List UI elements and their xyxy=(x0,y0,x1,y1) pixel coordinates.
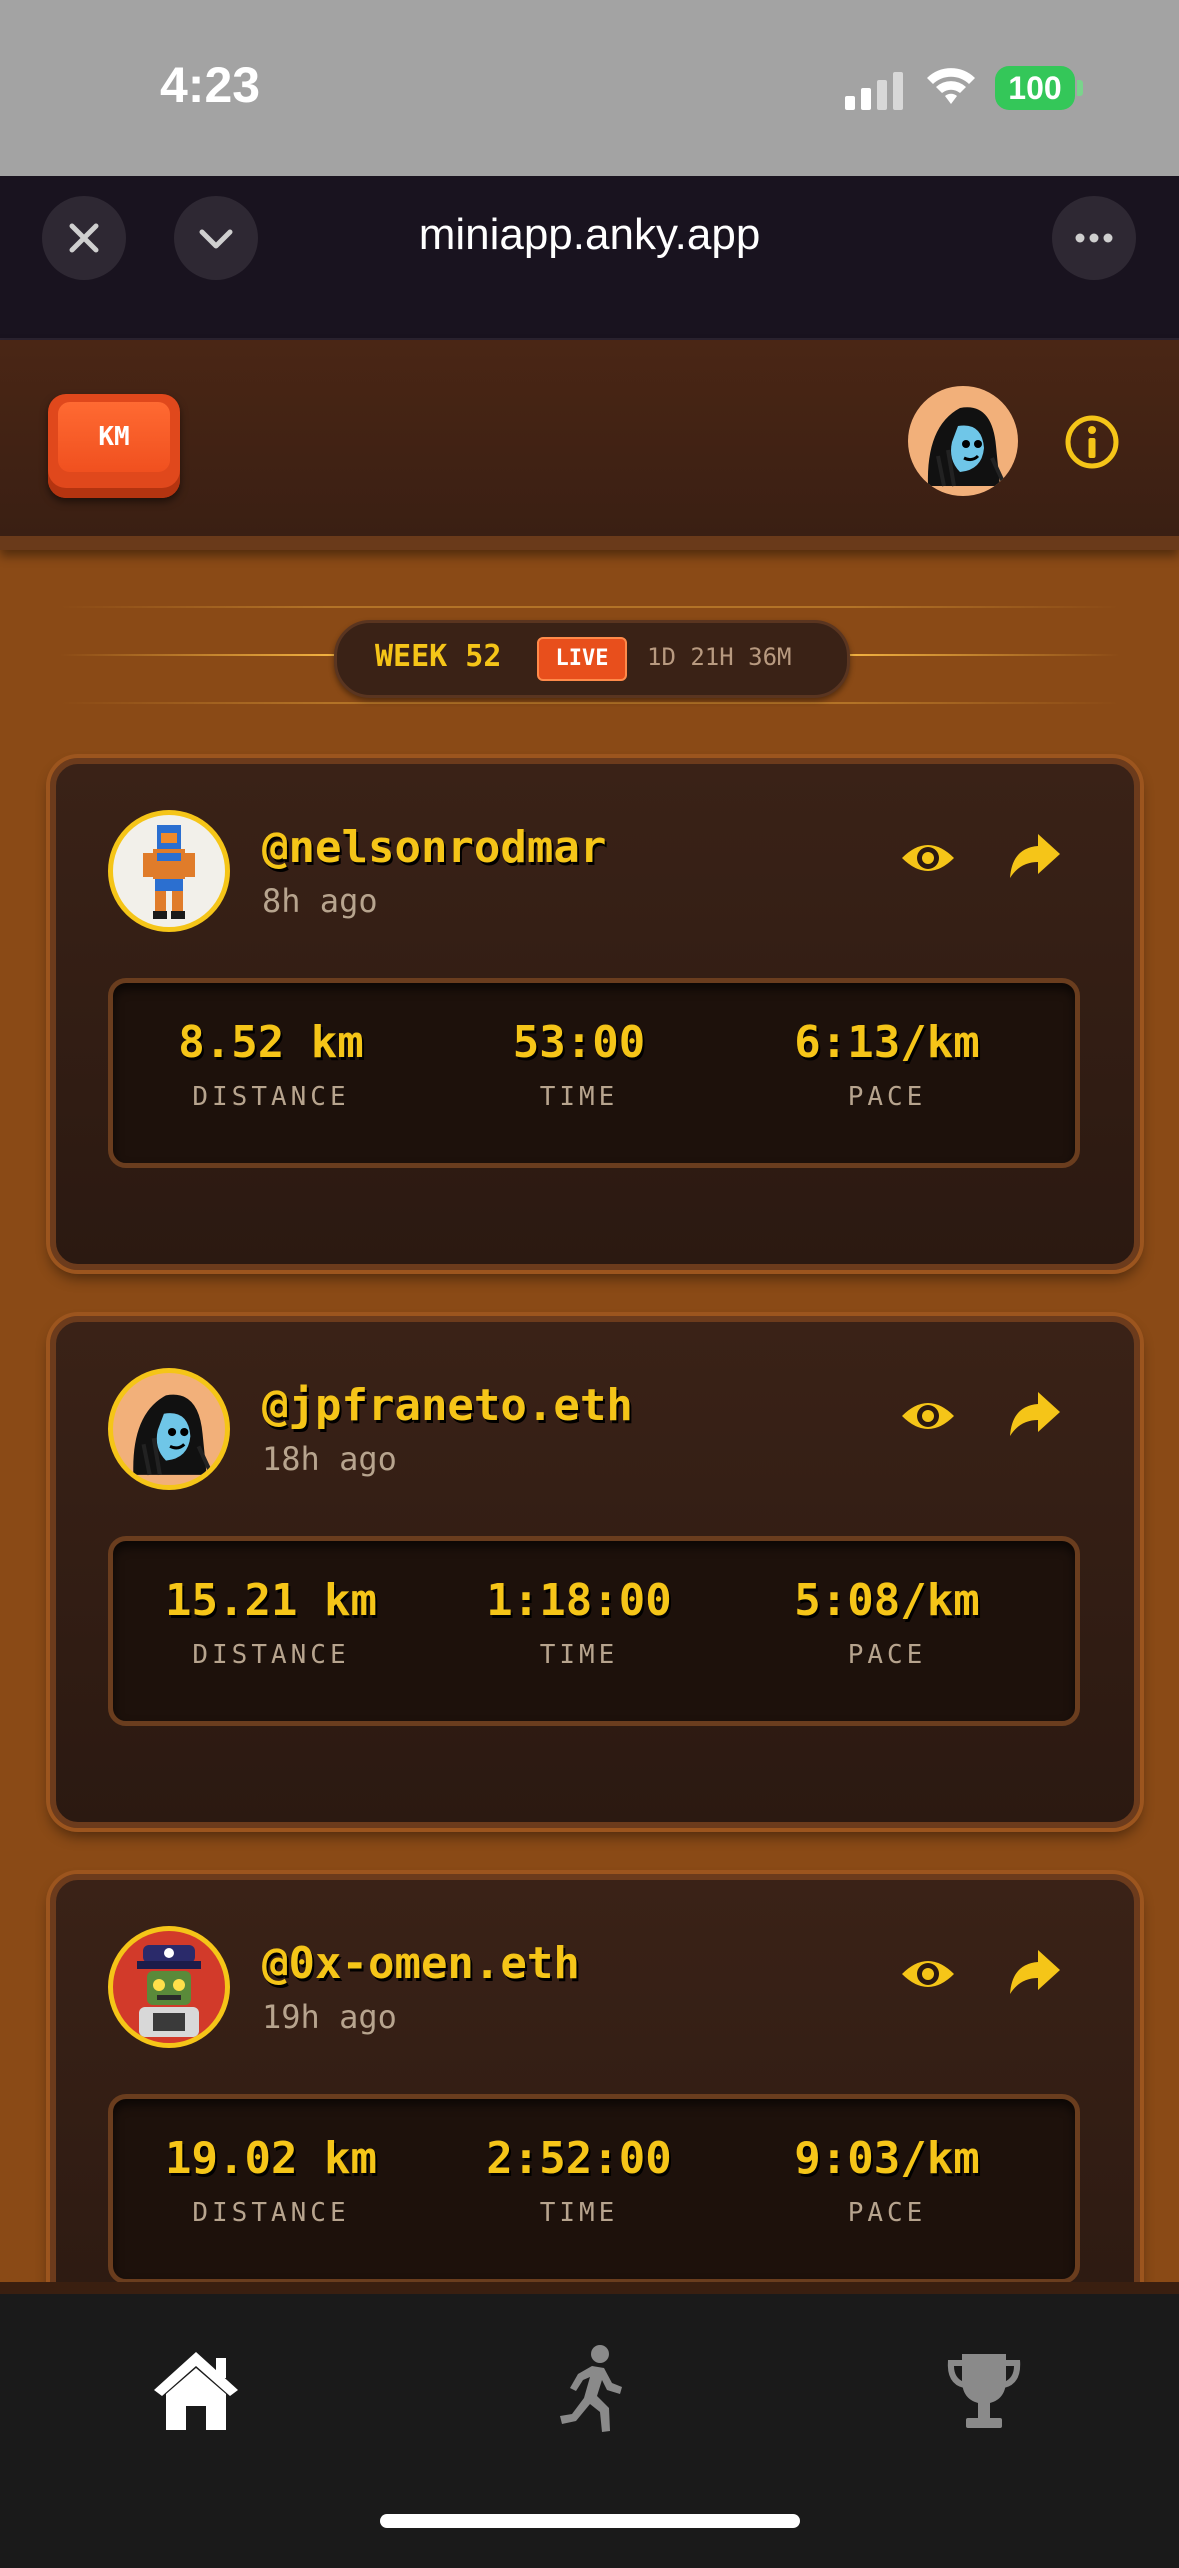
pixel-wrestler-avatar-icon xyxy=(143,825,195,919)
share-icon[interactable] xyxy=(1006,1388,1062,1440)
user-avatar[interactable] xyxy=(108,1368,230,1490)
pace-stat: 6:13/km PACE xyxy=(737,1017,1037,1112)
distance-value: 19.02 km xyxy=(165,2133,377,2184)
home-icon[interactable] xyxy=(146,2340,246,2440)
time-value: 1:18:00 xyxy=(486,1575,672,1626)
post-time: 19h ago xyxy=(262,1998,397,2036)
distance-value: 8.52 km xyxy=(178,1017,364,1068)
time-label: TIME xyxy=(539,1640,619,1670)
distance-stat: 8.52 km DISTANCE xyxy=(121,1017,421,1112)
distance-label: DISTANCE xyxy=(192,1640,350,1670)
eye-icon[interactable] xyxy=(900,836,956,880)
distance-stat: 15.21 km DISTANCE xyxy=(121,1575,421,1670)
wifi-icon xyxy=(927,68,975,104)
runner-icon[interactable] xyxy=(540,2340,640,2440)
pace-value: 5:08/km xyxy=(794,1575,980,1626)
unit-toggle-label: KM xyxy=(58,402,170,472)
pace-value: 9:03/km xyxy=(794,2133,980,2184)
live-badge: LIVE xyxy=(537,637,627,681)
hooded-avatar-icon xyxy=(133,1394,213,1476)
run-stats: 19.02 km DISTANCE 2:52:00 TIME 9:03/km P… xyxy=(108,2094,1080,2284)
run-stats: 15.21 km DISTANCE 1:18:00 TIME 5:08/km P… xyxy=(108,1536,1080,1726)
share-icon[interactable] xyxy=(1006,830,1062,882)
run-card[interactable]: @nelsonrodmar 8h ago 8.52 km DISTANCE 53… xyxy=(50,758,1140,1270)
battery-tip xyxy=(1077,80,1083,96)
status-time: 4:23 xyxy=(160,57,261,113)
pace-value: 6:13/km xyxy=(794,1017,980,1068)
unit-toggle-button[interactable]: KM xyxy=(48,394,180,498)
url-text: miniapp.anky.app xyxy=(418,210,761,259)
time-label: TIME xyxy=(539,2198,619,2228)
decorative-line xyxy=(60,702,1120,704)
distance-label: DISTANCE xyxy=(192,2198,350,2228)
distance-value: 15.21 km xyxy=(165,1575,377,1626)
more-options-button[interactable] xyxy=(1052,196,1136,280)
post-time: 18h ago xyxy=(262,1440,397,1478)
eye-icon[interactable] xyxy=(900,1952,956,1996)
trophy-icon[interactable] xyxy=(934,2340,1034,2440)
eye-icon[interactable] xyxy=(900,1394,956,1438)
user-avatar[interactable] xyxy=(108,810,230,932)
week-banner: WEEK 52 LIVE 1D 21H 36M xyxy=(334,620,850,698)
pace-stat: 9:03/km PACE xyxy=(737,2133,1037,2228)
week-countdown: 1D 21H 36M xyxy=(647,643,792,671)
user-avatar[interactable] xyxy=(108,1926,230,2048)
pace-label: PACE xyxy=(847,1082,927,1112)
post-time: 8h ago xyxy=(262,882,378,920)
distance-stat: 19.02 km DISTANCE xyxy=(121,2133,421,2228)
profile-avatar[interactable] xyxy=(908,386,1018,496)
time-value: 53:00 xyxy=(512,1017,646,1068)
time-stat: 2:52:00 TIME xyxy=(429,2133,729,2228)
robot-captain-avatar-icon xyxy=(137,1945,201,2037)
time-value: 2:52:00 xyxy=(486,2133,672,2184)
pace-label: PACE xyxy=(847,1640,927,1670)
run-card[interactable]: @jpfraneto.eth 18h ago 15.21 km DISTANCE… xyxy=(50,1316,1140,1828)
share-icon[interactable] xyxy=(1006,1946,1062,1998)
home-indicator xyxy=(380,2514,800,2528)
info-icon[interactable] xyxy=(1064,414,1120,470)
time-label: TIME xyxy=(539,1082,619,1112)
more-icon xyxy=(1075,233,1113,243)
pace-stat: 5:08/km PACE xyxy=(737,1575,1037,1670)
time-stat: 1:18:00 TIME xyxy=(429,1575,729,1670)
pace-label: PACE xyxy=(847,2198,927,2228)
username[interactable]: @0x-omen.eth xyxy=(262,1938,580,1989)
distance-label: DISTANCE xyxy=(192,1082,350,1112)
battery-indicator: 100 xyxy=(995,66,1075,110)
decorative-line xyxy=(60,606,1120,608)
run-stats: 8.52 km DISTANCE 53:00 TIME 6:13/km PACE xyxy=(108,978,1080,1168)
time-stat: 53:00 TIME xyxy=(429,1017,729,1112)
hooded-avatar-icon xyxy=(927,407,1006,487)
cellular-signal-icon xyxy=(845,72,903,110)
username[interactable]: @jpfraneto.eth xyxy=(262,1380,633,1431)
week-label: WEEK 52 xyxy=(375,639,502,674)
username[interactable]: @nelsonrodmar xyxy=(262,822,606,873)
